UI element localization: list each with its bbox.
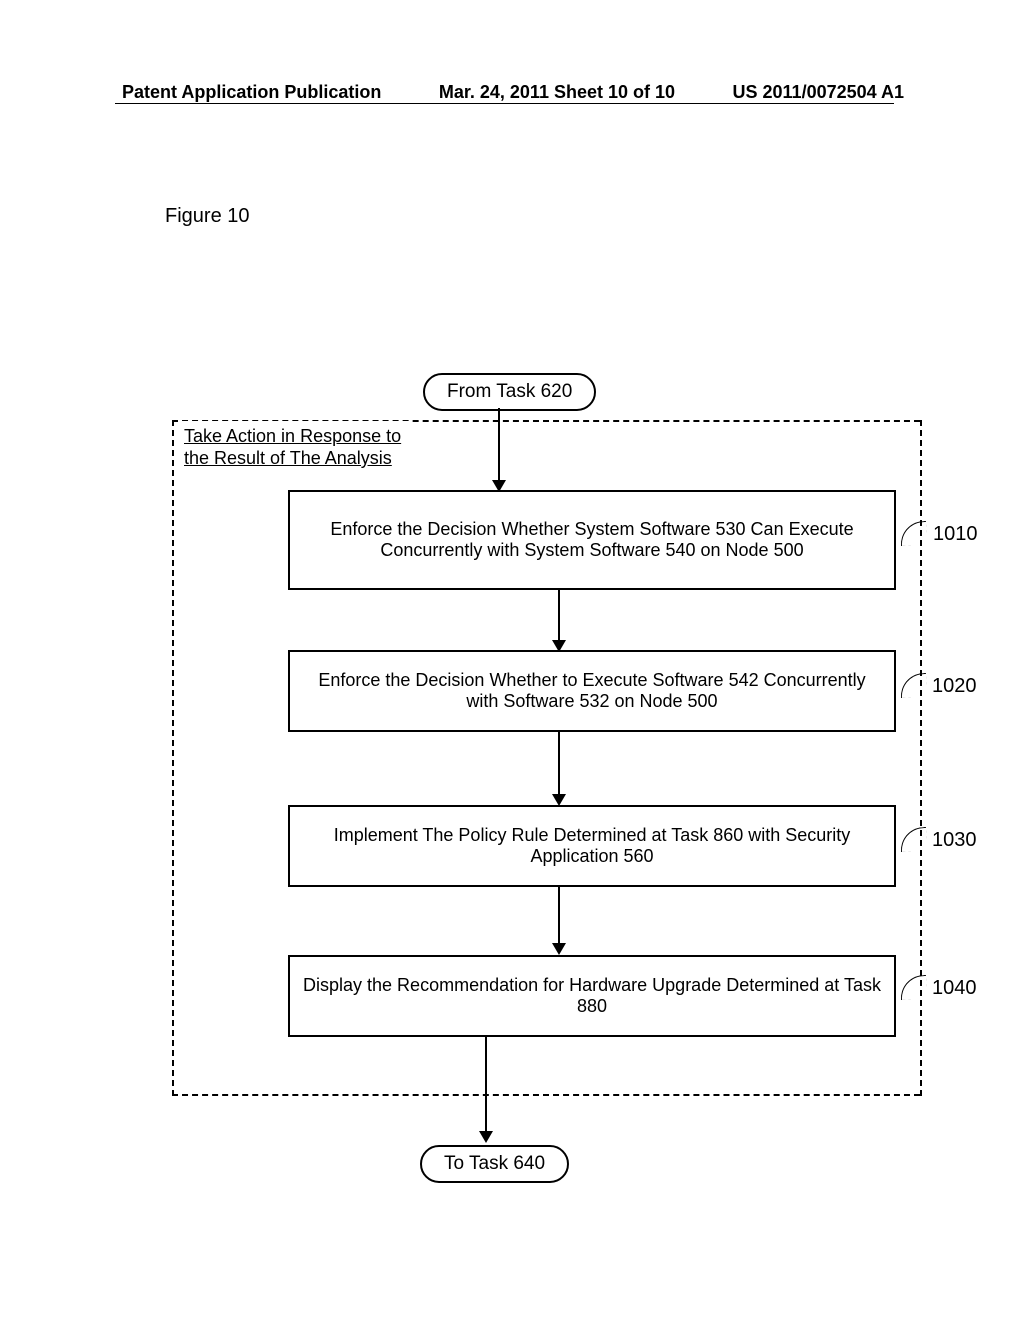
pub-number-label: US 2011/0072504 A1 (733, 82, 904, 103)
ref-label-1010: 1010 (933, 523, 978, 546)
flow-terminal-to: To Task 640 (420, 1145, 569, 1183)
arrow-head-1 (492, 480, 506, 492)
arrow-line-1 (498, 408, 500, 482)
ref-label-1020: 1020 (932, 675, 977, 698)
process-box-1010: Enforce the Decision Whether System Soft… (288, 490, 896, 590)
leader-curve-1040 (899, 975, 928, 1000)
arrow-head-4 (552, 943, 566, 955)
pub-type-label: Patent Application Publication (122, 82, 381, 103)
header-rule (115, 103, 894, 104)
process-text-1040: Display the Recommendation for Hardware … (302, 975, 882, 1017)
ref-label-1030: 1030 (932, 829, 977, 852)
process-text-1010: Enforce the Decision Whether System Soft… (302, 519, 882, 561)
leader-curve-1030 (899, 827, 928, 852)
dashed-title-line1: Take Action in Response to (184, 426, 401, 446)
leader-curve-1020 (899, 673, 928, 698)
ref-label-1040: 1040 (932, 977, 977, 1000)
process-box-1020: Enforce the Decision Whether to Execute … (288, 650, 896, 732)
figure-number-label: Figure 10 (165, 205, 250, 228)
patent-page: Patent Application Publication Mar. 24, … (0, 0, 1024, 1320)
arrow-line-3 (558, 730, 560, 796)
arrow-line-4 (558, 885, 560, 945)
process-text-1020: Enforce the Decision Whether to Execute … (302, 670, 882, 712)
flow-terminal-from: From Task 620 (423, 373, 596, 411)
page-header: Patent Application Publication Mar. 24, … (0, 82, 1024, 103)
dashed-group-title: Take Action in Response to the Result of… (180, 421, 409, 475)
dashed-border-left (172, 420, 174, 1096)
arrow-head-2 (552, 640, 566, 652)
process-box-1030: Implement The Policy Rule Determined at … (288, 805, 896, 887)
process-box-1040: Display the Recommendation for Hardware … (288, 955, 896, 1037)
process-text-1030: Implement The Policy Rule Determined at … (302, 825, 882, 867)
arrow-line-5 (485, 1035, 487, 1133)
dashed-border-bottom (172, 1094, 920, 1096)
dashed-title-line2: the Result of The Analysis (184, 448, 392, 468)
leader-curve-1010 (899, 521, 928, 546)
date-sheet-label: Mar. 24, 2011 Sheet 10 of 10 (439, 82, 675, 103)
arrow-line-2 (558, 588, 560, 642)
arrow-head-3 (552, 794, 566, 806)
arrow-head-5 (479, 1131, 493, 1143)
